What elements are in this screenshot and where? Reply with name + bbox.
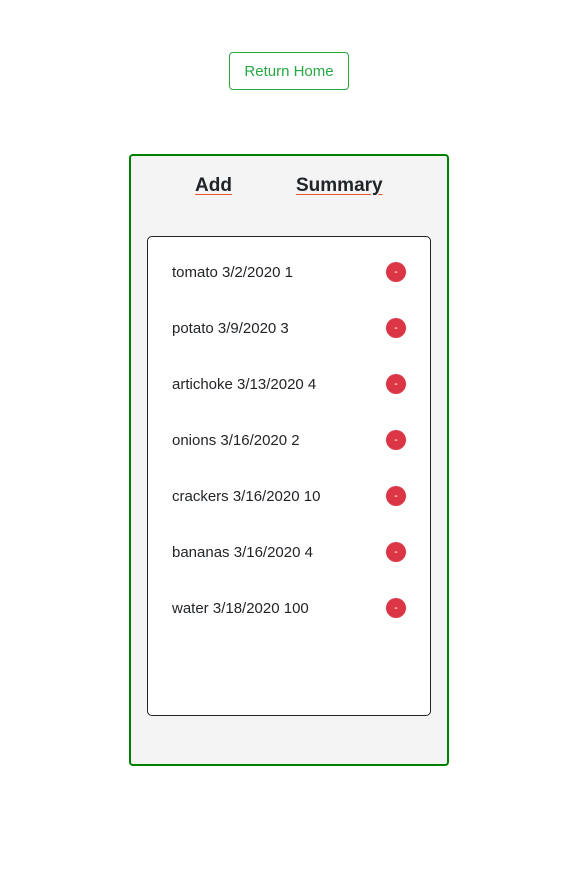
item-text: bananas 3/16/2020 4	[172, 544, 313, 561]
list-item: bananas 3/16/2020 4 -	[172, 542, 408, 566]
remove-button[interactable]: -	[386, 430, 406, 450]
list-item: tomato 3/2/2020 1 -	[172, 262, 408, 286]
remove-button[interactable]: -	[386, 374, 406, 394]
summary-link[interactable]: Summary	[296, 174, 383, 198]
list-item: artichoke 3/13/2020 4 -	[172, 374, 408, 398]
list-item: onions 3/16/2020 2 -	[172, 430, 408, 454]
remove-button[interactable]: -	[386, 318, 406, 338]
item-text: artichoke 3/13/2020 4	[172, 376, 317, 393]
item-text: onions 3/16/2020 2	[172, 432, 300, 449]
item-text: potato 3/9/2020 3	[172, 320, 289, 337]
list-item: potato 3/9/2020 3 -	[172, 318, 408, 342]
item-list: tomato 3/2/2020 1 - potato 3/9/2020 3 - …	[147, 236, 431, 716]
item-text: crackers 3/16/2020 10	[172, 488, 321, 505]
return-home-button[interactable]: Return Home	[229, 52, 349, 90]
remove-button[interactable]: -	[386, 542, 406, 562]
item-text: water 3/18/2020 100	[172, 600, 309, 617]
grocery-panel: Add Summary tomato 3/2/2020 1 - potato 3…	[129, 154, 449, 766]
item-text: tomato 3/2/2020 1	[172, 264, 293, 281]
add-link[interactable]: Add	[195, 174, 232, 198]
list-item: water 3/18/2020 100 -	[172, 598, 408, 622]
remove-button[interactable]: -	[386, 598, 406, 618]
remove-button[interactable]: -	[386, 486, 406, 506]
remove-button[interactable]: -	[386, 262, 406, 282]
list-item: crackers 3/16/2020 10 -	[172, 486, 408, 510]
